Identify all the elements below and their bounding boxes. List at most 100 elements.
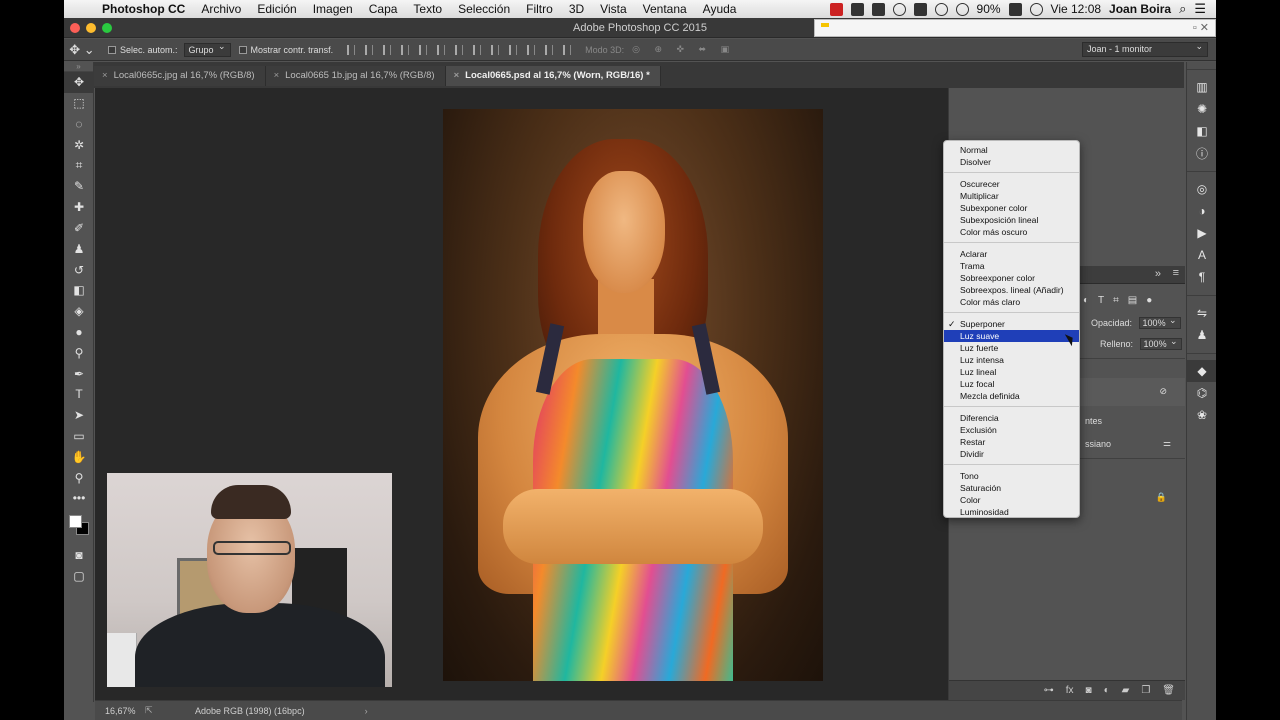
blend-mode-item[interactable]: Tono: [944, 470, 1079, 482]
blend-mode-item[interactable]: Aclarar: [944, 248, 1079, 260]
paths-icon[interactable]: ⌬: [1187, 382, 1216, 404]
eyedropper-tool-icon[interactable]: ✎: [64, 176, 94, 197]
layers-icon[interactable]: ◆: [1187, 360, 1216, 382]
menu-texto[interactable]: Texto: [405, 2, 450, 16]
blend-mode-item[interactable]: Oscurecer: [944, 178, 1079, 190]
history-brush-tool-icon[interactable]: ↺: [64, 259, 94, 280]
creative-cloud-icon[interactable]: [892, 2, 906, 16]
filter-toggle-icon[interactable]: ●: [1146, 295, 1152, 306]
blend-mode-item[interactable]: Dividir: [944, 448, 1079, 460]
document-image[interactable]: [443, 109, 823, 681]
c-app-icon[interactable]: [913, 2, 927, 16]
menubar-clock[interactable]: Vie 12:08: [1051, 2, 1102, 16]
rectangle-tool-icon[interactable]: ▭: [64, 426, 94, 447]
blend-mode-item[interactable]: Trama: [944, 260, 1079, 272]
blend-mode-item[interactable]: Normal: [944, 144, 1079, 156]
close-tab-icon[interactable]: ×: [102, 70, 108, 81]
tab-document-1[interactable]: × Local0665c.jpg al 16,7% (RGB/8): [94, 66, 266, 86]
distribute-top-icon[interactable]: [455, 44, 464, 55]
align-hcenter-icon[interactable]: [419, 44, 428, 55]
align-right-icon[interactable]: [437, 44, 446, 55]
color-swatches[interactable]: [64, 509, 93, 545]
panel-menu-icon[interactable]: ≡: [1173, 267, 1179, 279]
libraries-icon[interactable]: ◎: [1187, 178, 1216, 200]
adjustment-layer-icon[interactable]: ◐: [1104, 685, 1110, 696]
menu-capa[interactable]: Capa: [361, 2, 406, 16]
volume-icon[interactable]: [934, 2, 948, 16]
auto-align-icon[interactable]: [563, 44, 572, 55]
marquee-tool-icon[interactable]: ⬚: [64, 93, 94, 114]
menu-3d[interactable]: 3D: [561, 2, 592, 16]
3d-tool-icons[interactable]: ◎ ⊕ ✜ ⬌ ▣: [632, 44, 735, 55]
menu-edicion[interactable]: Edición: [249, 2, 304, 16]
distribute-right-icon[interactable]: [545, 44, 554, 55]
layer-style-icon[interactable]: fx: [1066, 685, 1074, 696]
blend-mode-item[interactable]: Color más claro: [944, 296, 1079, 308]
move-tool-icon[interactable]: ✥: [64, 72, 94, 93]
battery-percent[interactable]: 90%: [977, 2, 1001, 16]
menu-archivo[interactable]: Archivo: [193, 2, 249, 16]
toolbar-grip[interactable]: »: [64, 62, 93, 72]
menu-app-name[interactable]: Photoshop CC: [94, 2, 193, 16]
new-group-icon[interactable]: ▰: [1122, 685, 1130, 696]
blend-mode-dropdown[interactable]: Normal Disolver Oscurecer Multiplicar Subexp…: [943, 140, 1080, 518]
path-selection-tool-icon[interactable]: ➤: [64, 405, 94, 426]
clone-stamp-tool-icon[interactable]: ♟: [64, 238, 94, 259]
quick-mask-icon[interactable]: ◙: [64, 545, 94, 566]
close-tab-icon[interactable]: ×: [274, 70, 280, 81]
info-icon[interactable]: ⓘ: [1187, 142, 1216, 164]
crop-tool-icon[interactable]: ⌗: [64, 155, 94, 176]
blend-mode-item[interactable]: Disolver: [944, 156, 1079, 168]
delete-layer-icon[interactable]: 🗑: [1162, 685, 1175, 696]
battery-icon[interactable]: [1008, 2, 1022, 16]
filter-shape-icon[interactable]: ⌗: [1113, 295, 1119, 306]
filter-smart-object-icon[interactable]: ▤: [1128, 295, 1137, 306]
menu-imagen[interactable]: Imagen: [305, 2, 361, 16]
blend-mode-item[interactable]: Luz suave: [944, 330, 1079, 342]
distribute-left-icon[interactable]: [509, 44, 518, 55]
show-transform-checkbox[interactable]: [238, 45, 247, 54]
layer-link-icon[interactable]: ⊘: [1159, 386, 1167, 397]
blend-mode-item[interactable]: Subexposición lineal: [944, 214, 1079, 226]
character-icon[interactable]: A: [1187, 244, 1216, 266]
time-machine-icon[interactable]: [955, 2, 969, 16]
minimized-overlay-window[interactable]: ▫ ✕: [814, 19, 1216, 37]
filter-options-icon[interactable]: ⚌: [1163, 438, 1171, 449]
blend-mode-item[interactable]: Color: [944, 494, 1079, 506]
eraser-tool-icon[interactable]: ◧: [64, 280, 94, 301]
dropbox-icon[interactable]: [850, 2, 864, 16]
lasso-tool-icon[interactable]: ◌: [64, 114, 94, 135]
brush-presets-icon[interactable]: ♟: [1187, 324, 1216, 346]
zoom-tool-icon[interactable]: ⚲: [64, 467, 94, 488]
properties-icon[interactable]: ⇋: [1187, 302, 1216, 324]
blend-mode-item[interactable]: Luz lineal: [944, 366, 1079, 378]
brush-tool-icon[interactable]: ✐: [64, 218, 94, 239]
fill-field[interactable]: 100%: [1139, 336, 1182, 350]
blend-mode-item[interactable]: Superponer: [944, 318, 1079, 330]
menu-vista[interactable]: Vista: [592, 2, 634, 16]
align-top-icon[interactable]: [347, 44, 356, 55]
add-mask-icon[interactable]: ◙: [1086, 685, 1092, 696]
histogram-icon[interactable]: ▥: [1187, 76, 1216, 98]
close-tab-icon[interactable]: ×: [454, 70, 460, 81]
zoom-level[interactable]: 16,67%: [105, 706, 145, 716]
filter-adjustment-icon[interactable]: ◐: [1083, 295, 1089, 306]
workspace-switcher[interactable]: Joan - 1 monitor: [1082, 40, 1208, 57]
distribute-hcenter-icon[interactable]: [527, 44, 536, 55]
type-tool-icon[interactable]: T: [64, 384, 94, 405]
navigator-icon[interactable]: ✺: [1187, 98, 1216, 120]
auto-select-dropdown[interactable]: Grupo: [183, 41, 231, 57]
menu-ayuda[interactable]: Ayuda: [695, 2, 745, 16]
blend-mode-item[interactable]: Exclusión: [944, 424, 1079, 436]
wifi-icon[interactable]: [1029, 2, 1043, 16]
blend-mode-item[interactable]: Luz focal: [944, 378, 1079, 390]
notification-center-icon[interactable]: ☰: [1194, 1, 1206, 17]
auto-select-checkbox[interactable]: [108, 45, 116, 54]
distribute-bottom-icon[interactable]: [491, 44, 500, 55]
more-tools-icon[interactable]: •••: [64, 488, 94, 509]
blend-mode-item[interactable]: Luminosidad: [944, 506, 1079, 518]
channels-icon[interactable]: ❀: [1187, 404, 1216, 426]
blend-mode-item[interactable]: Sobreexpos. lineal (Añadir): [944, 284, 1079, 296]
blend-mode-item[interactable]: Sobreexponer color: [944, 272, 1079, 284]
menu-seleccion[interactable]: Selección: [450, 2, 518, 16]
